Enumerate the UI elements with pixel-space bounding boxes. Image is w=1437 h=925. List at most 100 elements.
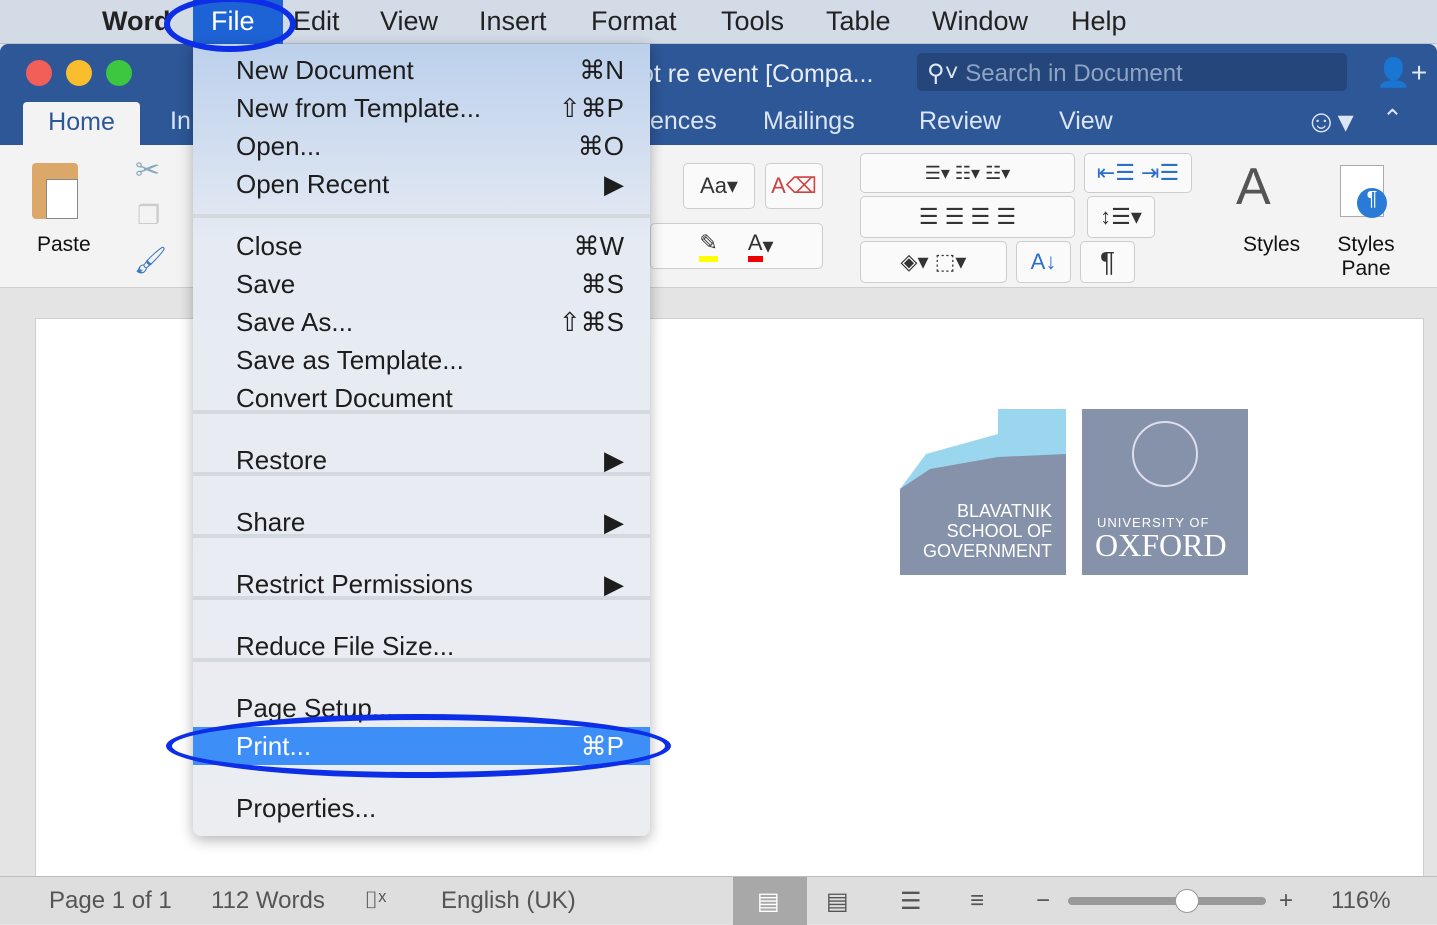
logo-text: OXFORD <box>1095 527 1227 563</box>
menu-item-convert-document[interactable]: Convert Document <box>193 379 650 417</box>
zoom-slider-handle[interactable] <box>1174 889 1199 913</box>
styles-label[interactable]: Styles <box>1243 233 1300 257</box>
proofing-icon[interactable]: ⌷ˣ <box>364 887 386 915</box>
menu-format[interactable]: Format <box>591 6 677 37</box>
menu-item-label: Properties... <box>236 793 377 823</box>
share-user-icon[interactable]: 👤+ <box>1376 56 1427 89</box>
document-title: ot re event [Compa... <box>640 60 874 88</box>
draft-view-icon[interactable]: ≡ <box>970 887 984 915</box>
menu-word[interactable]: Word <box>102 6 171 37</box>
menu-item-shortcut: ▶ <box>604 169 624 199</box>
change-case-button[interactable]: Aa▾ <box>683 163 755 209</box>
zoom-slider[interactable] <box>1068 897 1266 905</box>
menu-item-share[interactable]: Share ▶ <box>193 503 650 541</box>
menu-item-shortcut: ▶ <box>604 507 624 537</box>
menu-table[interactable]: Table <box>826 6 891 37</box>
menu-item-shortcut: ⌘W <box>573 231 624 261</box>
zoom-level[interactable]: 116% <box>1331 887 1391 915</box>
status-bar: Page 1 of 1 112 Words ⌷ˣ English (UK) ▤ … <box>0 876 1437 925</box>
copy-icon[interactable]: ❐ <box>137 200 160 231</box>
menu-item-label: Close <box>236 231 303 261</box>
cut-icon[interactable]: ✂ <box>135 153 160 188</box>
menu-item-label: Page Setup... <box>236 693 394 723</box>
logo-text: GOVERNMENT <box>922 541 1052 561</box>
line-spacing-button[interactable]: ↕☰▾ <box>1087 196 1155 238</box>
print-layout-view-button[interactable]: ▤ <box>733 877 807 925</box>
alignment-buttons[interactable]: ☰ ☰ ☰ ☰ <box>860 196 1075 238</box>
styles-pane-label[interactable]: Styles Pane <box>1334 233 1398 281</box>
language[interactable]: English (UK) <box>441 887 576 915</box>
minimize-window-button[interactable] <box>66 60 92 86</box>
show-formatting-button[interactable]: ¶ <box>1080 241 1135 283</box>
format-painter-icon[interactable]: 🖌 <box>134 245 167 276</box>
menu-item-open[interactable]: Open... ⌘O <box>193 127 650 165</box>
outline-view-icon[interactable]: ☰ <box>900 887 922 916</box>
menu-item-new-document[interactable]: New Document ⌘N <box>193 51 650 89</box>
indent-buttons[interactable]: ⇤☰ ⇥☰ <box>1084 153 1192 193</box>
menu-item-save[interactable]: Save ⌘S <box>193 265 650 303</box>
menu-item-label: Share <box>236 507 306 537</box>
collapse-ribbon-icon[interactable]: ⌃ <box>1382 104 1403 134</box>
highlight-icon[interactable]: ✎ <box>699 230 718 262</box>
clear-formatting-button[interactable]: A⌫ <box>765 163 823 209</box>
close-window-button[interactable] <box>26 60 52 86</box>
blavatnik-logo: BLAVATNIK SCHOOL OF GOVERNMENT <box>900 409 1066 575</box>
menu-item-shortcut: ▶ <box>604 569 624 599</box>
list-buttons[interactable]: ☰▾ ☷▾ ☳▾ <box>860 153 1075 193</box>
menu-item-label: Save <box>236 269 296 299</box>
menu-item-label: Print... <box>236 731 312 761</box>
shading-borders-buttons[interactable]: ◈▾ ⬚▾ <box>860 241 1007 283</box>
menu-item-restore[interactable]: Restore ▶ <box>193 441 650 479</box>
menu-item-label: Restore <box>236 445 328 475</box>
menu-item-restrict-permissions[interactable]: Restrict Permissions ▶ <box>193 565 650 603</box>
feedback-smiley-icon[interactable]: ☺▾ <box>1305 102 1354 140</box>
sort-button[interactable]: A↓ <box>1016 241 1071 283</box>
menu-tools[interactable]: Tools <box>721 6 784 37</box>
menu-item-page-setup[interactable]: Page Setup... <box>193 689 650 727</box>
menu-item-label: Reduce File Size... <box>236 631 455 661</box>
styles-icon[interactable]: A <box>1236 157 1271 217</box>
zoom-in-button[interactable]: + <box>1279 887 1293 915</box>
menu-item-properties[interactable]: Properties... <box>193 789 650 827</box>
menu-item-reduce-file-size[interactable]: Reduce File Size... <box>193 627 650 665</box>
menu-file[interactable]: File <box>193 0 283 44</box>
menu-view[interactable]: View <box>380 6 438 37</box>
page-count[interactable]: Page 1 of 1 <box>49 887 172 915</box>
menu-insert[interactable]: Insert <box>479 6 547 37</box>
menu-item-label: Save as Template... <box>236 345 464 375</box>
menu-item-save-as-template[interactable]: Save as Template... <box>193 341 650 379</box>
menu-item-print[interactable]: Print... ⌘P <box>193 727 650 765</box>
menu-item-label: New from Template... <box>236 93 482 123</box>
menu-item-shortcut: ⌘O <box>577 131 624 161</box>
font-color-icon[interactable]: A <box>747 230 763 262</box>
menu-item-save-as[interactable]: Save As... ⇧⌘S <box>193 303 650 341</box>
paste-icon[interactable] <box>32 163 78 219</box>
search-icon: ⚲˅ <box>927 60 959 87</box>
menu-item-label: Save As... <box>236 307 354 337</box>
menu-bar: Word File Edit View Insert Format Tools … <box>0 0 1437 44</box>
tab-insert[interactable]: In <box>170 107 191 136</box>
menu-item-shortcut: ⇧⌘S <box>558 307 624 337</box>
styles-pane-icon[interactable]: ¶ <box>1340 165 1387 218</box>
tab-home[interactable]: Home <box>23 102 140 147</box>
word-count[interactable]: 112 Words <box>211 887 325 915</box>
paste-label[interactable]: Paste <box>37 233 91 257</box>
tab-review[interactable]: Review <box>919 107 1001 136</box>
tab-references[interactable]: ences <box>650 107 717 136</box>
logo-text: SCHOOL OF <box>946 521 1052 541</box>
tab-view[interactable]: View <box>1059 107 1113 136</box>
zoom-window-button[interactable] <box>106 60 132 86</box>
highlight-font-color-group[interactable]: ✎ A ▾ <box>650 223 823 269</box>
menu-separator <box>193 214 650 218</box>
menu-edit[interactable]: Edit <box>293 6 340 37</box>
search-input[interactable]: ⚲˅ Search in Document <box>917 53 1347 91</box>
menu-item-new-from-template[interactable]: New from Template... ⇧⌘P <box>193 89 650 127</box>
menu-window[interactable]: Window <box>932 6 1028 37</box>
menu-item-close[interactable]: Close ⌘W <box>193 227 650 265</box>
tab-mailings[interactable]: Mailings <box>763 107 855 136</box>
menu-item-open-recent[interactable]: Open Recent ▶ <box>193 165 650 203</box>
zoom-out-button[interactable]: − <box>1036 887 1050 915</box>
menu-item-shortcut: ⌘S <box>580 269 624 299</box>
menu-help[interactable]: Help <box>1071 6 1127 37</box>
web-layout-view-icon[interactable]: ▤ <box>826 887 849 916</box>
